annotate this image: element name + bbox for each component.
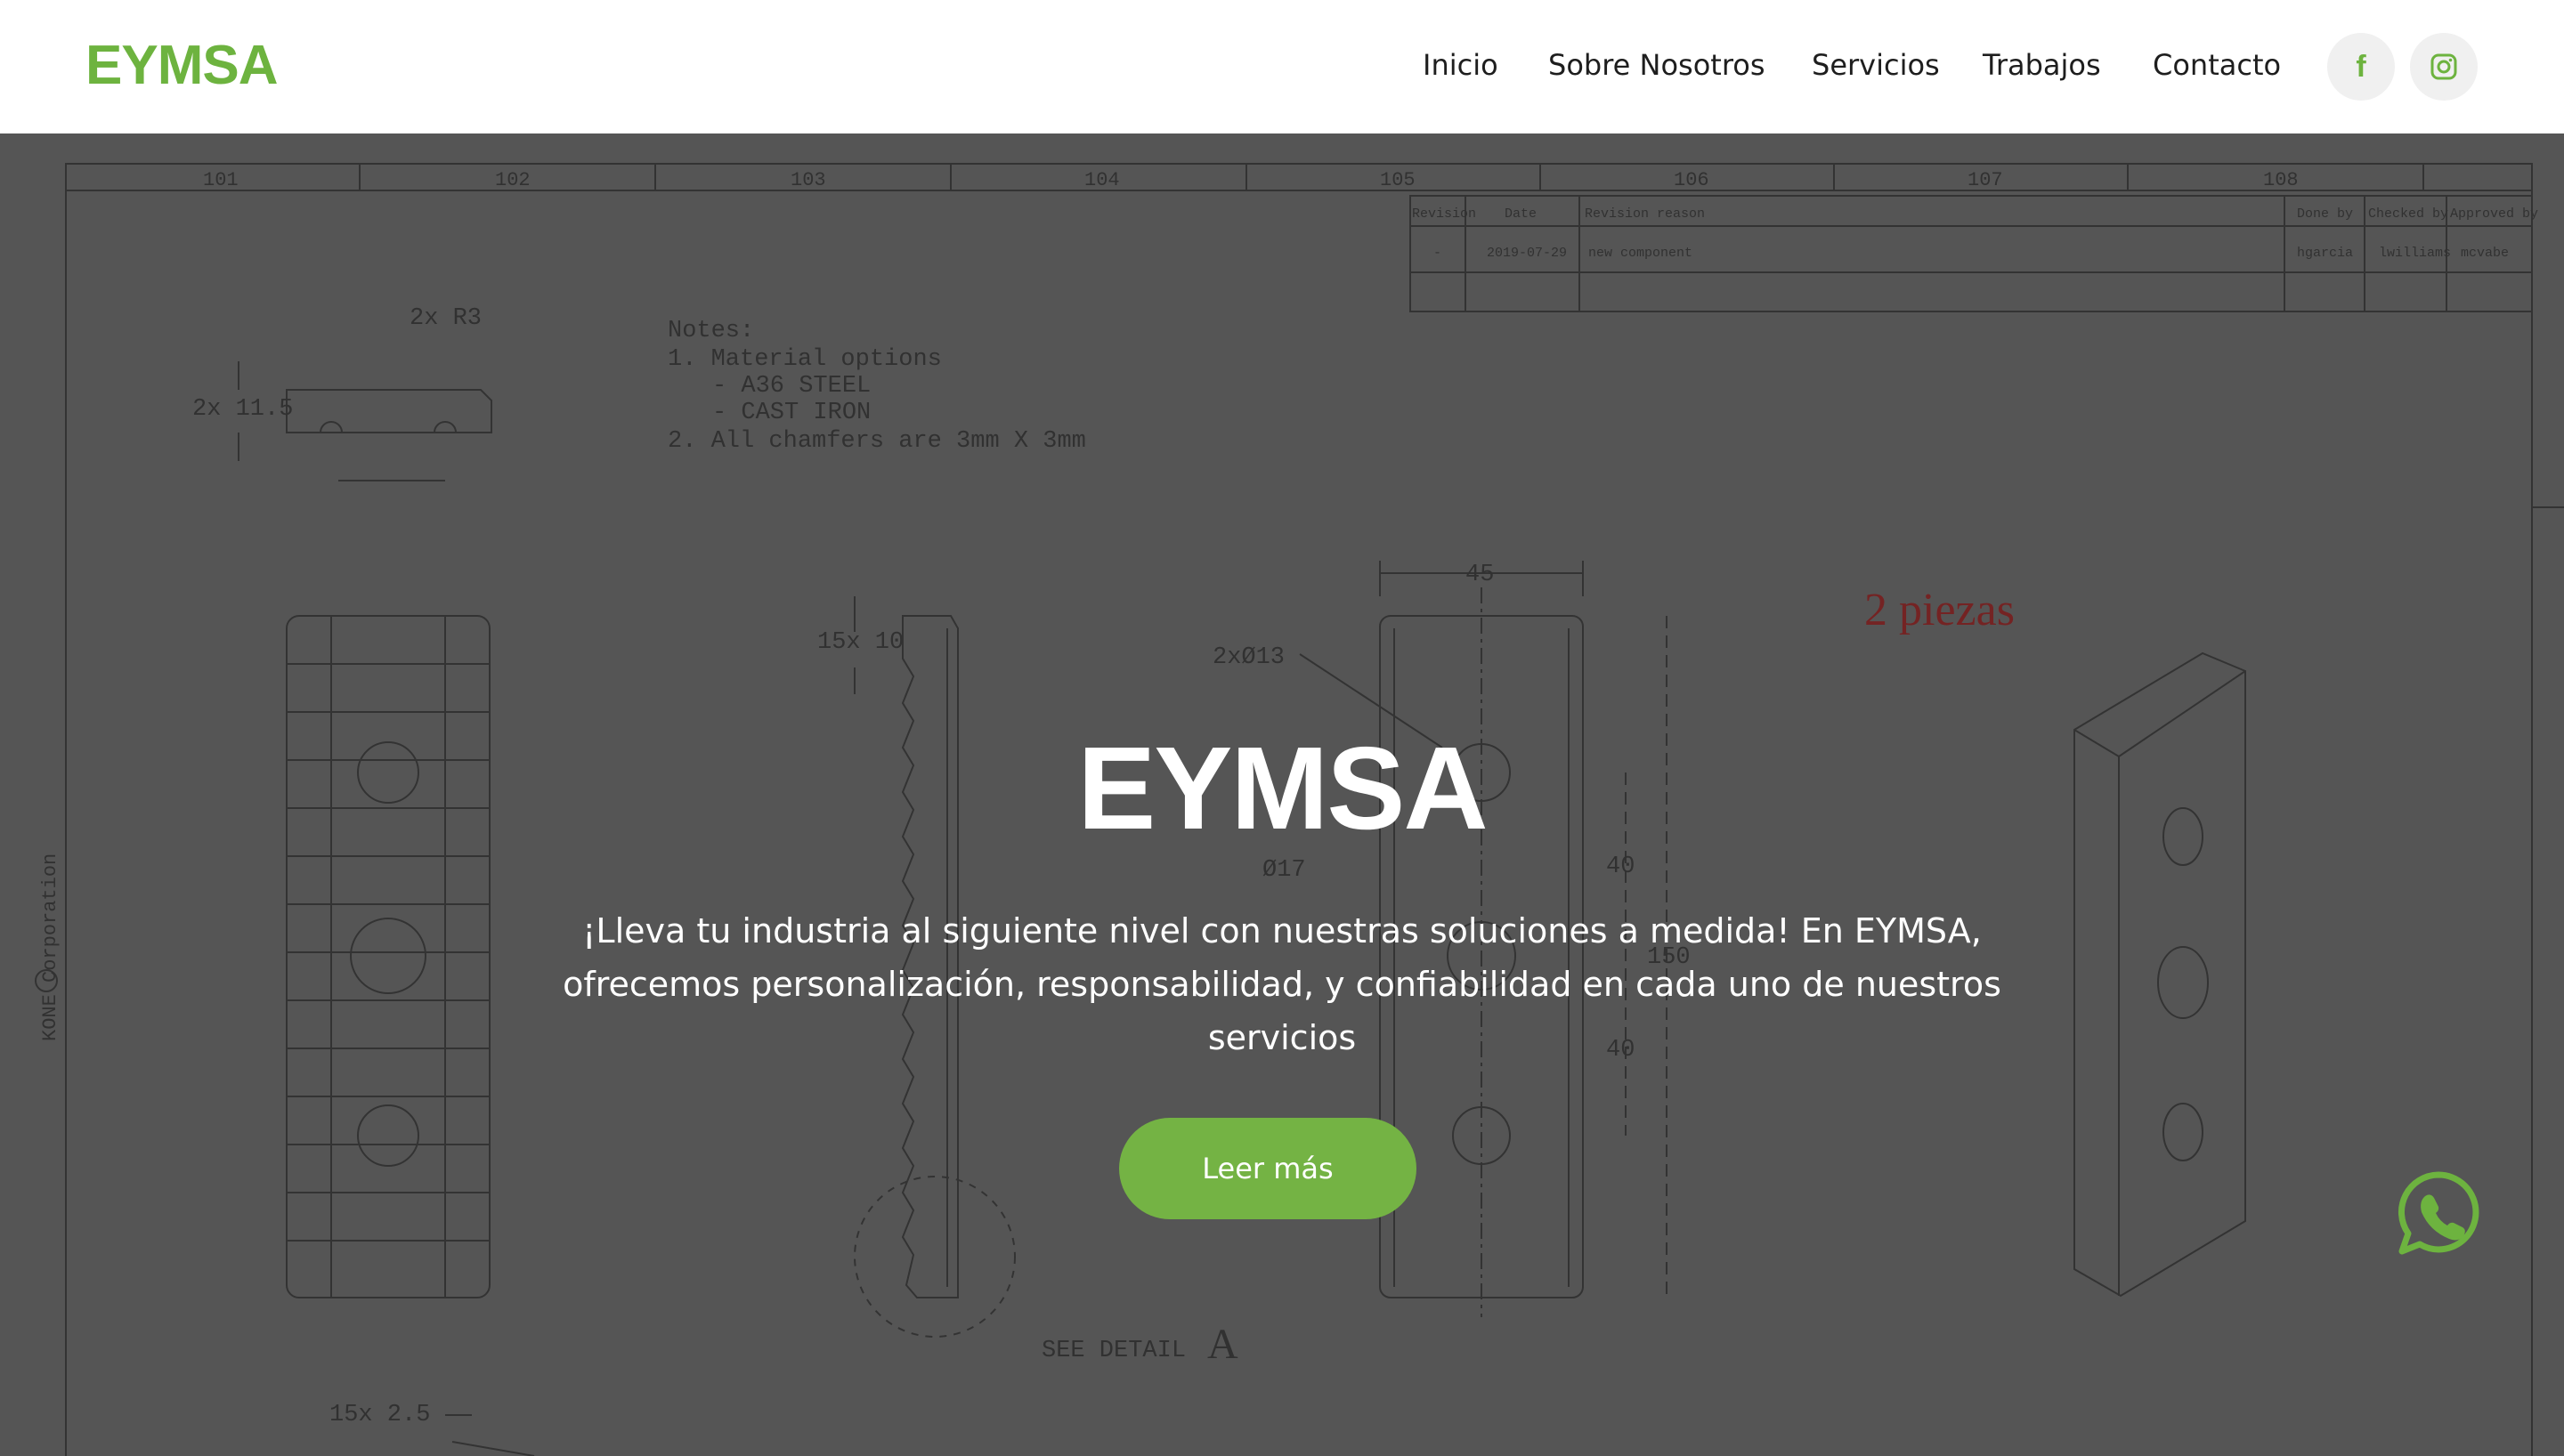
nav-item-contacto[interactable]: Contacto: [2153, 48, 2281, 82]
nav-item-sobre-nosotros[interactable]: Sobre Nosotros: [1548, 48, 1765, 82]
nav-item-trabajos[interactable]: Trabajos: [1983, 48, 2101, 82]
hero-section: 101 102 103 104 105 106 107 108 Revision…: [0, 133, 2564, 1456]
nav-item-inicio[interactable]: Inicio: [1423, 48, 1498, 82]
site-logo[interactable]: EYMSA: [85, 34, 278, 97]
whatsapp-button[interactable]: [2395, 1169, 2482, 1257]
whatsapp-icon: [2398, 1171, 2479, 1255]
instagram-icon: [2430, 53, 2457, 80]
site-header: EYMSA Inicio Sobre Nosotros Servicios Tr…: [0, 0, 2564, 133]
read-more-button[interactable]: Leer más: [1119, 1118, 1416, 1219]
instagram-button[interactable]: [2410, 33, 2478, 101]
facebook-button[interactable]: f: [2327, 33, 2395, 101]
hero-title: EYMSA: [1077, 723, 1488, 853]
nav-item-servicios[interactable]: Servicios: [1812, 48, 1940, 82]
hero-description: ¡Lleva tu industria al siguiente nivel c…: [563, 911, 2001, 1057]
facebook-icon: f: [2356, 49, 2366, 84]
